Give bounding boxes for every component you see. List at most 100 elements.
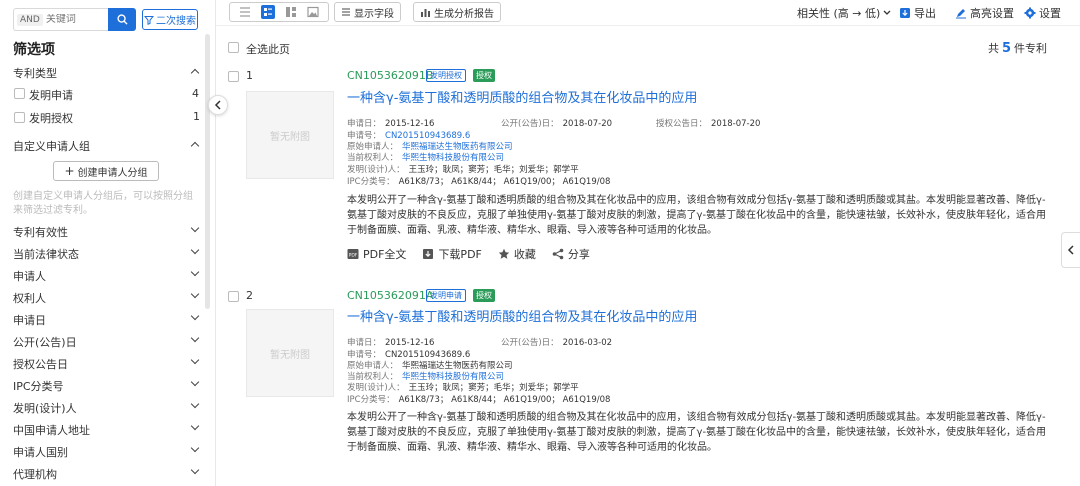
custom-group-hint: 创建自定义申请人分组后，可以按照分组来筛选过滤专利。 [13, 191, 193, 216]
detail-view-icon[interactable] [260, 5, 275, 19]
create-group-label: 创建申请人分组 [77, 167, 148, 179]
filter-applicant-country[interactable]: 申请人国别 [13, 444, 68, 460]
filter-inventor[interactable]: 发明(设计)人 [13, 400, 77, 416]
checkbox-invention-application[interactable] [14, 88, 25, 99]
chevron-down-icon[interactable] [190, 443, 200, 453]
settings-label: 设置 [1039, 7, 1061, 20]
status-badge: 授权 [473, 69, 495, 82]
filter-validity[interactable]: 专利有效性 [13, 224, 68, 240]
expand-right-panel-button[interactable] [1061, 232, 1080, 268]
download-pdf-label: 下载PDF [438, 248, 482, 261]
meta-app-date: 申请日： 2015-12-16 [347, 119, 435, 129]
filter-owner[interactable]: 权利人 [13, 290, 46, 306]
chevron-down-icon[interactable] [190, 399, 200, 409]
pdf-fulltext-button[interactable]: PDF PDF全文 [347, 246, 406, 262]
column-view-icon[interactable] [284, 6, 297, 19]
filter-cn-address[interactable]: 中国申请人地址 [13, 422, 90, 438]
filter-applicant[interactable]: 申请人 [13, 268, 46, 284]
chevron-down-icon[interactable] [190, 377, 200, 387]
record-checkbox[interactable] [228, 291, 239, 302]
checkbox-invention-grant[interactable] [14, 112, 25, 123]
create-group-button[interactable]: + 创建申请人分组 [53, 161, 159, 181]
chevron-up-icon[interactable] [190, 68, 200, 78]
favorite-button[interactable]: 收藏 [498, 246, 536, 262]
gear-icon [1024, 7, 1036, 19]
settings-button[interactable]: 设置 [1024, 5, 1061, 21]
record-checkbox[interactable] [228, 71, 239, 82]
total-count: 共 5 件专利 [988, 40, 1047, 56]
select-all-label[interactable]: 全选此页 [246, 41, 290, 57]
export-icon [900, 8, 910, 18]
chevron-down-icon[interactable] [190, 355, 200, 365]
meta-ipc: IPC分类号： A61K8/73； A61K8/44； A61Q19/00； A6… [347, 177, 611, 187]
filter-legal-status[interactable]: 当前法律状态 [13, 246, 79, 262]
download-icon [423, 249, 434, 259]
highlight-settings-button[interactable]: 高亮设置 [955, 5, 1014, 21]
filter-grant-date[interactable]: 授权公告日 [13, 356, 68, 372]
image-view-icon[interactable] [306, 6, 319, 19]
download-pdf-button[interactable]: 下载PDF [422, 246, 482, 262]
sidebar-scrollbar[interactable] [205, 34, 210, 309]
select-all-checkbox[interactable] [228, 42, 239, 53]
record-thumbnail[interactable]: 暂无附图 [246, 91, 334, 179]
and-operator-tag[interactable]: AND [17, 13, 43, 26]
option-invention-application[interactable]: 发明申请 [29, 87, 73, 103]
publication-number[interactable]: CN105362091B [347, 69, 433, 82]
option-invention-grant[interactable]: 发明授权 [29, 110, 73, 126]
total-suffix: 件专利 [1014, 42, 1047, 55]
filter-funnel-icon [144, 15, 154, 25]
share-icon [552, 248, 564, 260]
filter-agency[interactable]: 代理机构 [13, 466, 57, 482]
record-title[interactable]: 一种含γ-氨基丁酸和透明质酸的组合物及其在化妆品中的应用 [347, 306, 697, 325]
show-fields-button[interactable]: 显示字段 [334, 2, 401, 22]
record-thumbnail[interactable]: 暂无附图 [246, 309, 334, 397]
custom-group-header[interactable]: 自定义申请人组 [13, 138, 90, 154]
chevron-down-icon[interactable] [190, 289, 200, 299]
record-title[interactable]: 一种含γ-氨基丁酸和透明质酸的组合物及其在化妆品中的应用 [347, 87, 697, 106]
chevron-down-icon[interactable] [190, 223, 200, 233]
caret-down-icon [883, 10, 891, 15]
sort-dropdown[interactable]: 相关性 (高 → 低) [797, 5, 891, 21]
chevron-down-icon[interactable] [190, 311, 200, 321]
show-fields-label: 显示字段 [354, 8, 394, 20]
chevron-down-icon[interactable] [190, 245, 200, 255]
collapse-sidebar-button[interactable] [208, 95, 228, 115]
chevron-up-icon[interactable] [190, 141, 200, 151]
chevron-down-icon[interactable] [190, 333, 200, 343]
filter-app-date[interactable]: 申请日 [13, 312, 46, 328]
export-button[interactable]: 导出 [899, 5, 936, 21]
filter-title: 筛选项 [13, 42, 55, 58]
record-number: 1 [246, 69, 253, 82]
search-button[interactable] [108, 8, 136, 31]
meta-grant-date: 授权公告日： 2018-07-20 [656, 119, 761, 129]
patent-type-header[interactable]: 专利类型 [13, 65, 57, 81]
meta-pub-date: 公开(公告)日： 2018-07-20 [501, 119, 613, 129]
filter-sidebar: AND 二次搜索 筛选项 专利类型 发明申请 4 发明授权 1 自定义申请人组 … [0, 0, 216, 486]
status-badge: 授权 [473, 289, 495, 302]
chevron-down-icon[interactable] [190, 267, 200, 277]
meta-inventors: 发明(设计)人： 王玉玲；耿凤；窦芳；毛华；刘爱华；郭学平 [347, 165, 579, 175]
export-label: 导出 [914, 7, 936, 20]
search-box[interactable]: AND [13, 8, 108, 31]
meta-current-owner: 当前权利人： 华熙生物科技股份有限公司 [347, 153, 505, 163]
chevron-left-icon [1067, 245, 1074, 255]
meta-app-date: 申请日： 2015-12-16 [347, 338, 435, 348]
star-icon [498, 248, 510, 259]
record-number: 2 [246, 289, 253, 302]
share-button[interactable]: 分享 [552, 246, 590, 262]
patent-search-page: AND 二次搜索 筛选项 专利类型 发明申请 4 发明授权 1 自定义申请人组 … [0, 0, 1080, 486]
bar-chart-icon [421, 8, 430, 17]
publication-number[interactable]: CN105362091A [347, 289, 433, 302]
second-search-button[interactable]: 二次搜索 [142, 9, 198, 30]
pdf-fulltext-label: PDF全文 [363, 248, 407, 261]
record-abstract: 本发明公开了一种含γ-氨基丁酸和透明质酸的组合物及其在化妆品中的应用，该组合物有… [347, 412, 1047, 453]
analysis-report-button[interactable]: 生成分析报告 [413, 2, 501, 22]
keyword-input[interactable] [45, 14, 101, 25]
filter-pub-date[interactable]: 公开(公告)日 [13, 334, 77, 350]
patent-type-tag: 发明授权 [426, 69, 466, 82]
list-view-icon[interactable] [239, 6, 252, 19]
chevron-down-icon[interactable] [190, 465, 200, 475]
patent-type-tag: 发明申请 [426, 289, 466, 302]
chevron-down-icon[interactable] [190, 421, 200, 431]
filter-ipc[interactable]: IPC分类号 [13, 378, 64, 394]
